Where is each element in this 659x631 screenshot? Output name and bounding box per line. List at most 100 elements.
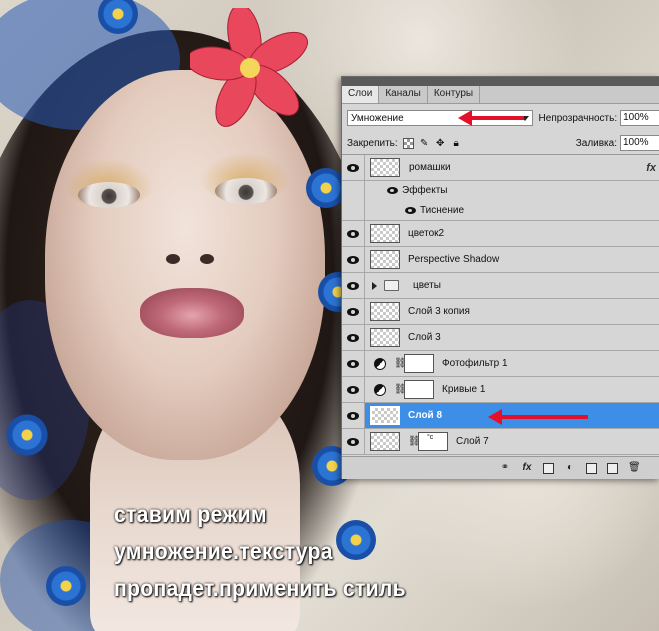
blue-flower <box>46 566 86 606</box>
layer-name: цветок2 <box>408 228 445 239</box>
visibility-toggle[interactable] <box>342 273 365 298</box>
layer-row[interactable]: Слой 3 <box>342 325 659 351</box>
eye-icon[interactable] <box>387 187 398 194</box>
visibility-toggle[interactable] <box>342 247 365 272</box>
layer-name: Perspective Shadow <box>408 254 500 265</box>
eye-icon <box>347 411 359 420</box>
spacer <box>342 200 365 220</box>
layer-row[interactable]: ромашки fx <box>342 155 659 181</box>
nostril <box>166 254 180 264</box>
eye-right <box>215 178 277 204</box>
face <box>45 70 325 460</box>
effects-row[interactable]: Эффекты <box>342 181 659 200</box>
eye-icon[interactable] <box>405 206 416 214</box>
visibility-toggle[interactable] <box>342 377 365 402</box>
layer-name: Слой 8 <box>408 410 443 421</box>
panel-title-bar[interactable] <box>342 77 659 86</box>
fill-field[interactable]: 100% <box>620 135 659 151</box>
adjustment-icon <box>374 383 386 396</box>
eye-left <box>78 182 140 208</box>
effects-label: Эффекты <box>402 185 448 196</box>
opacity-label: Непрозрачность: <box>538 112 618 124</box>
panel-footer: ⚭ fx ◐ 🗑︎ <box>342 456 659 479</box>
tab-channels[interactable]: Каналы <box>379 86 428 103</box>
lock-all-icon[interactable]: 🔒︎ <box>451 138 462 149</box>
eye-icon <box>347 333 359 342</box>
eye-icon <box>347 437 359 446</box>
eye-icon <box>347 307 359 316</box>
layer-row[interactable]: Слой 3 копия <box>342 299 659 325</box>
tutorial-caption: ставим режим умножение.текстура пропадет… <box>114 496 431 607</box>
layer-thumbnail <box>370 328 400 347</box>
new-adjustment-icon[interactable]: ◐ <box>564 463 576 473</box>
layer-row[interactable]: ⛓︎ °c Слой 7 <box>342 429 659 455</box>
eye-icon <box>347 163 359 172</box>
layer-thumbnail <box>370 250 400 269</box>
blue-flower <box>4 412 50 458</box>
visibility-toggle[interactable] <box>342 299 365 324</box>
eye-icon <box>347 255 359 264</box>
eye-icon <box>347 281 359 290</box>
lock-label: Закрепить: <box>347 137 398 149</box>
adjustment-layer-row[interactable]: ⛓︎ Фотофильтр 1 <box>342 351 659 377</box>
layer-name: Кривые 1 <box>442 384 486 395</box>
lock-move-icon[interactable]: ✥ <box>435 138 446 149</box>
caption-line: умножение.текстура <box>114 538 333 564</box>
layer-mask-thumbnail[interactable] <box>404 354 434 373</box>
opacity-field[interactable]: 100% <box>620 110 659 126</box>
annotation-arrow <box>458 110 524 126</box>
chain-icon[interactable]: ⛓︎ <box>394 384 407 395</box>
visibility-toggle[interactable] <box>342 351 365 376</box>
group-row[interactable]: цветы <box>342 273 659 299</box>
effect-name: Тиснение <box>420 204 465 216</box>
chain-icon[interactable]: ⛓︎ <box>408 436 421 447</box>
nostril <box>200 254 214 264</box>
layer-name: Слой 3 <box>408 332 441 343</box>
new-layer-icon[interactable] <box>607 462 618 474</box>
layer-mask-thumbnail[interactable] <box>404 380 434 399</box>
expand-triangle-icon[interactable] <box>372 281 377 290</box>
visibility-toggle[interactable] <box>342 221 365 246</box>
layer-row[interactable]: Perspective Shadow <box>342 247 659 273</box>
link-icon[interactable]: ⚭ <box>499 463 511 473</box>
lips <box>140 288 244 338</box>
layer-mask-thumbnail[interactable]: °c <box>418 432 448 451</box>
tab-paths[interactable]: Контуры <box>428 86 481 103</box>
blend-mode-value: Умножение <box>351 112 404 124</box>
caption-line: ставим режим <box>114 501 267 527</box>
layer-thumbnail <box>370 406 400 425</box>
visibility-toggle[interactable] <box>342 155 365 180</box>
layer-row[interactable]: цветок2 <box>342 221 659 247</box>
lock-row: Закрепить: ✎ ✥ 🔒︎ Заливка: 100% <box>342 132 659 155</box>
effect-row-emboss[interactable]: Тиснение <box>342 200 659 221</box>
panel-tabs: Слои Каналы Контуры <box>342 86 659 104</box>
tab-layers[interactable]: Слои <box>342 86 380 103</box>
eye-icon <box>347 229 359 238</box>
layer-name: Слой 3 копия <box>408 306 470 317</box>
new-group-icon[interactable] <box>586 462 597 474</box>
visibility-toggle[interactable] <box>342 403 365 428</box>
annotation-arrow <box>488 409 588 425</box>
visibility-toggle[interactable] <box>342 429 365 454</box>
visibility-toggle[interactable] <box>342 325 365 350</box>
eye-icon <box>347 385 359 394</box>
eye-icon <box>347 359 359 368</box>
spacer <box>342 181 365 200</box>
adjustment-icon <box>374 357 386 370</box>
adjustment-layer-row[interactable]: ⛓︎ Кривые 1 <box>342 377 659 403</box>
fx-icon[interactable]: fx <box>646 162 656 174</box>
folder-icon <box>384 280 399 291</box>
add-mask-icon[interactable] <box>543 462 554 474</box>
add-style-icon[interactable]: fx <box>521 463 533 473</box>
caption-line: пропадет.применить стиль <box>114 575 406 601</box>
layer-name: Слой 7 <box>456 436 489 447</box>
group-name: цветы <box>413 280 441 291</box>
lock-transparent-icon[interactable] <box>402 137 414 149</box>
layer-thumbnail <box>370 158 400 177</box>
layer-thumbnail <box>370 432 400 451</box>
layer-name: ромашки <box>409 162 451 173</box>
trash-icon[interactable]: 🗑︎ <box>628 463 641 473</box>
fill-label: Заливка: <box>575 137 617 149</box>
chain-icon[interactable]: ⛓︎ <box>394 358 407 369</box>
lock-paint-icon[interactable]: ✎ <box>419 138 430 149</box>
